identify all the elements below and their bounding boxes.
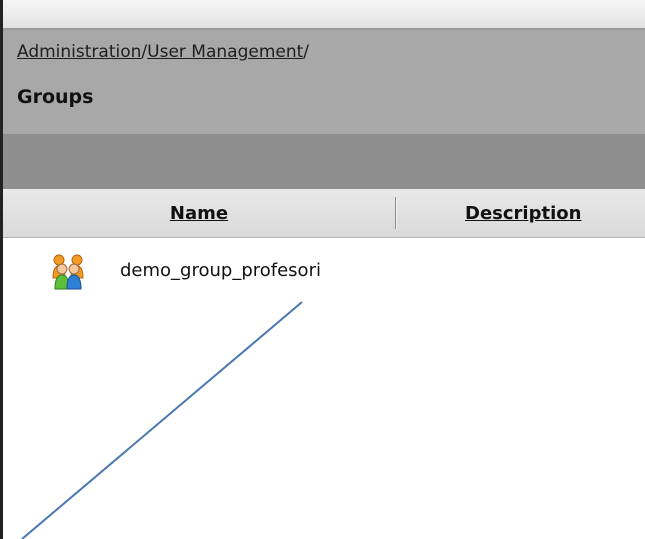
user-group-icon bbox=[52, 254, 84, 290]
page-title: Groups bbox=[17, 86, 94, 108]
table-row[interactable]: demo_group_profesori bbox=[3, 250, 645, 294]
action-toolbar-band bbox=[3, 134, 645, 189]
breadcrumb-link-user-management[interactable]: User Management bbox=[147, 42, 303, 62]
column-header-description[interactable]: Description bbox=[465, 189, 581, 237]
column-header-name[interactable]: Name bbox=[3, 189, 395, 237]
group-name-link[interactable]: demo_group_profesori bbox=[120, 260, 321, 281]
table-header-row: Name Description bbox=[3, 189, 645, 238]
pointer-line bbox=[21, 301, 303, 539]
column-divider[interactable] bbox=[395, 197, 396, 229]
breadcrumb: Administration/User Management/ bbox=[17, 42, 309, 62]
breadcrumb-link-administration[interactable]: Administration bbox=[17, 42, 141, 62]
page-header-panel: Administration/User Management/ Groups bbox=[3, 30, 645, 134]
top-toolbar-strip bbox=[3, 0, 645, 30]
breadcrumb-separator: / bbox=[303, 42, 310, 62]
